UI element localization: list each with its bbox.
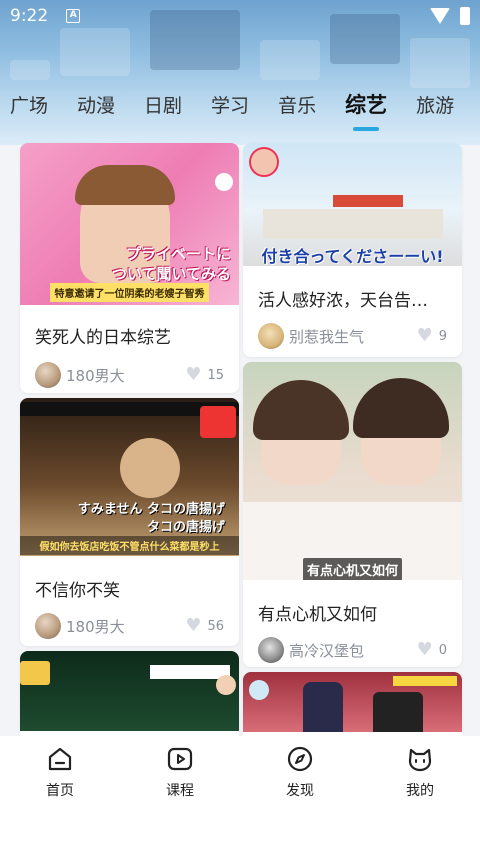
tab-riju[interactable]: 日剧 xyxy=(144,91,182,118)
video-card[interactable]: 有点心机又如何 有点心机又如何 高冷汉堡包 ♥ 0 xyxy=(243,362,462,667)
video-card[interactable]: プライベートに ついて聞いてみる 特意邀请了一位阴柔的老嫂子智秀 笑死人的日本综… xyxy=(20,143,239,393)
video-title: 有点心机又如何 xyxy=(258,605,377,625)
video-thumbnail: すみません タコの唐揚げ タコの唐揚げ 假如你去饭店吃饭不管点什么菜都是秒上 xyxy=(20,398,239,556)
tab-lvyou[interactable]: 旅游 xyxy=(416,91,454,118)
video-title: 笑死人的日本综艺 xyxy=(35,328,171,348)
home-icon xyxy=(45,744,75,774)
thumbnail-subtitle: 假如你去饭店吃饭不管点什么菜都是秒上 xyxy=(20,536,239,555)
avatar xyxy=(258,637,284,663)
video-meta: 别惹我生气 ♥ 9 xyxy=(243,323,462,349)
avatar xyxy=(35,362,61,388)
category-tabs: 广场 动漫 日剧 学习 音乐 综艺 旅游 xyxy=(0,84,480,124)
heart-icon: ♥ xyxy=(416,639,433,660)
nav-label: 我的 xyxy=(406,783,434,799)
tab-yinyue[interactable]: 音乐 xyxy=(278,91,316,118)
heart-icon: ♥ xyxy=(416,325,433,346)
video-thumbnail: 有点心机又如何 xyxy=(243,362,462,580)
heart-icon: ♥ xyxy=(185,615,202,636)
video-feed: プライベートに ついて聞いてみる 特意邀请了一位阴柔的老嫂子智秀 笑死人的日本综… xyxy=(0,140,480,736)
tab-dongman[interactable]: 动漫 xyxy=(77,91,115,118)
like-count: 56 xyxy=(207,618,224,634)
like-count: 15 xyxy=(207,367,224,383)
author-name: 180男大 xyxy=(66,366,125,385)
like-count: 0 xyxy=(438,642,447,658)
heart-icon: ♥ xyxy=(185,364,202,385)
nav-label: 课程 xyxy=(166,783,194,799)
video-meta: 高冷汉堡包 ♥ 0 xyxy=(243,637,462,663)
compass-icon xyxy=(285,744,315,774)
thumbnail-caption: 有点心机又如何 xyxy=(303,558,402,580)
video-card[interactable]: すみません タコの唐揚げ タコの唐揚げ 假如你去饭店吃饭不管点什么菜都是秒上 不… xyxy=(20,398,239,646)
video-thumbnail xyxy=(243,672,462,732)
nav-discover[interactable]: 发现 xyxy=(255,744,345,853)
notification-icon: A xyxy=(66,9,81,23)
video-title: 不信你不笑 xyxy=(35,581,120,601)
like-button[interactable]: ♥ 9 xyxy=(417,327,447,345)
author-name: 高冷汉堡包 xyxy=(289,641,365,660)
like-count: 9 xyxy=(438,328,447,344)
avatar xyxy=(35,613,61,639)
nav-label: 发现 xyxy=(286,783,314,799)
battery-icon xyxy=(460,7,470,25)
status-bar: 9:22 A xyxy=(0,0,480,32)
play-icon xyxy=(165,744,195,774)
author-name: 180男大 xyxy=(66,617,125,636)
status-time: 9:22 xyxy=(10,6,49,26)
nav-label: 首页 xyxy=(46,783,74,799)
video-title: 活人感好浓，天台告… xyxy=(258,291,428,311)
video-meta: 180男大 ♥ 15 xyxy=(20,362,239,388)
video-thumbnail: プライベートに ついて聞いてみる 特意邀请了一位阴柔的老嫂子智秀 xyxy=(20,143,239,305)
thumbnail-caption: 付き合ってくださーーい! xyxy=(261,247,444,266)
tab-zongyi[interactable]: 综艺 xyxy=(345,89,387,119)
avatar xyxy=(258,323,284,349)
nav-courses[interactable]: 课程 xyxy=(135,744,225,853)
author-name: 别惹我生气 xyxy=(289,327,365,346)
video-card[interactable] xyxy=(243,672,462,736)
video-thumbnail: 付き合ってくださーーい! xyxy=(243,143,462,266)
wifi-icon xyxy=(430,8,450,24)
like-button[interactable]: ♥ 15 xyxy=(185,366,224,384)
video-meta: 180男大 ♥ 56 xyxy=(20,613,239,639)
cat-icon xyxy=(405,744,435,774)
nav-profile[interactable]: 我的 xyxy=(375,744,465,853)
like-button[interactable]: ♥ 0 xyxy=(417,641,447,659)
tab-xuexi[interactable]: 学习 xyxy=(211,91,249,118)
thumbnail-subtitle: 特意邀请了一位阴柔的老嫂子智秀 xyxy=(50,283,209,302)
like-button[interactable]: ♥ 56 xyxy=(185,617,224,635)
video-thumbnail xyxy=(20,651,239,731)
video-card[interactable] xyxy=(20,651,239,736)
nav-home[interactable]: 首页 xyxy=(15,744,105,853)
video-card[interactable]: 付き合ってくださーーい! 活人感好浓，天台告… 别惹我生气 ♥ 9 xyxy=(243,143,462,357)
bottom-navigation: 首页 课程 发现 我的 xyxy=(0,736,480,853)
thumbnail-caption: タコの唐揚げ xyxy=(146,520,225,535)
tab-guangchang[interactable]: 广场 xyxy=(10,91,48,118)
